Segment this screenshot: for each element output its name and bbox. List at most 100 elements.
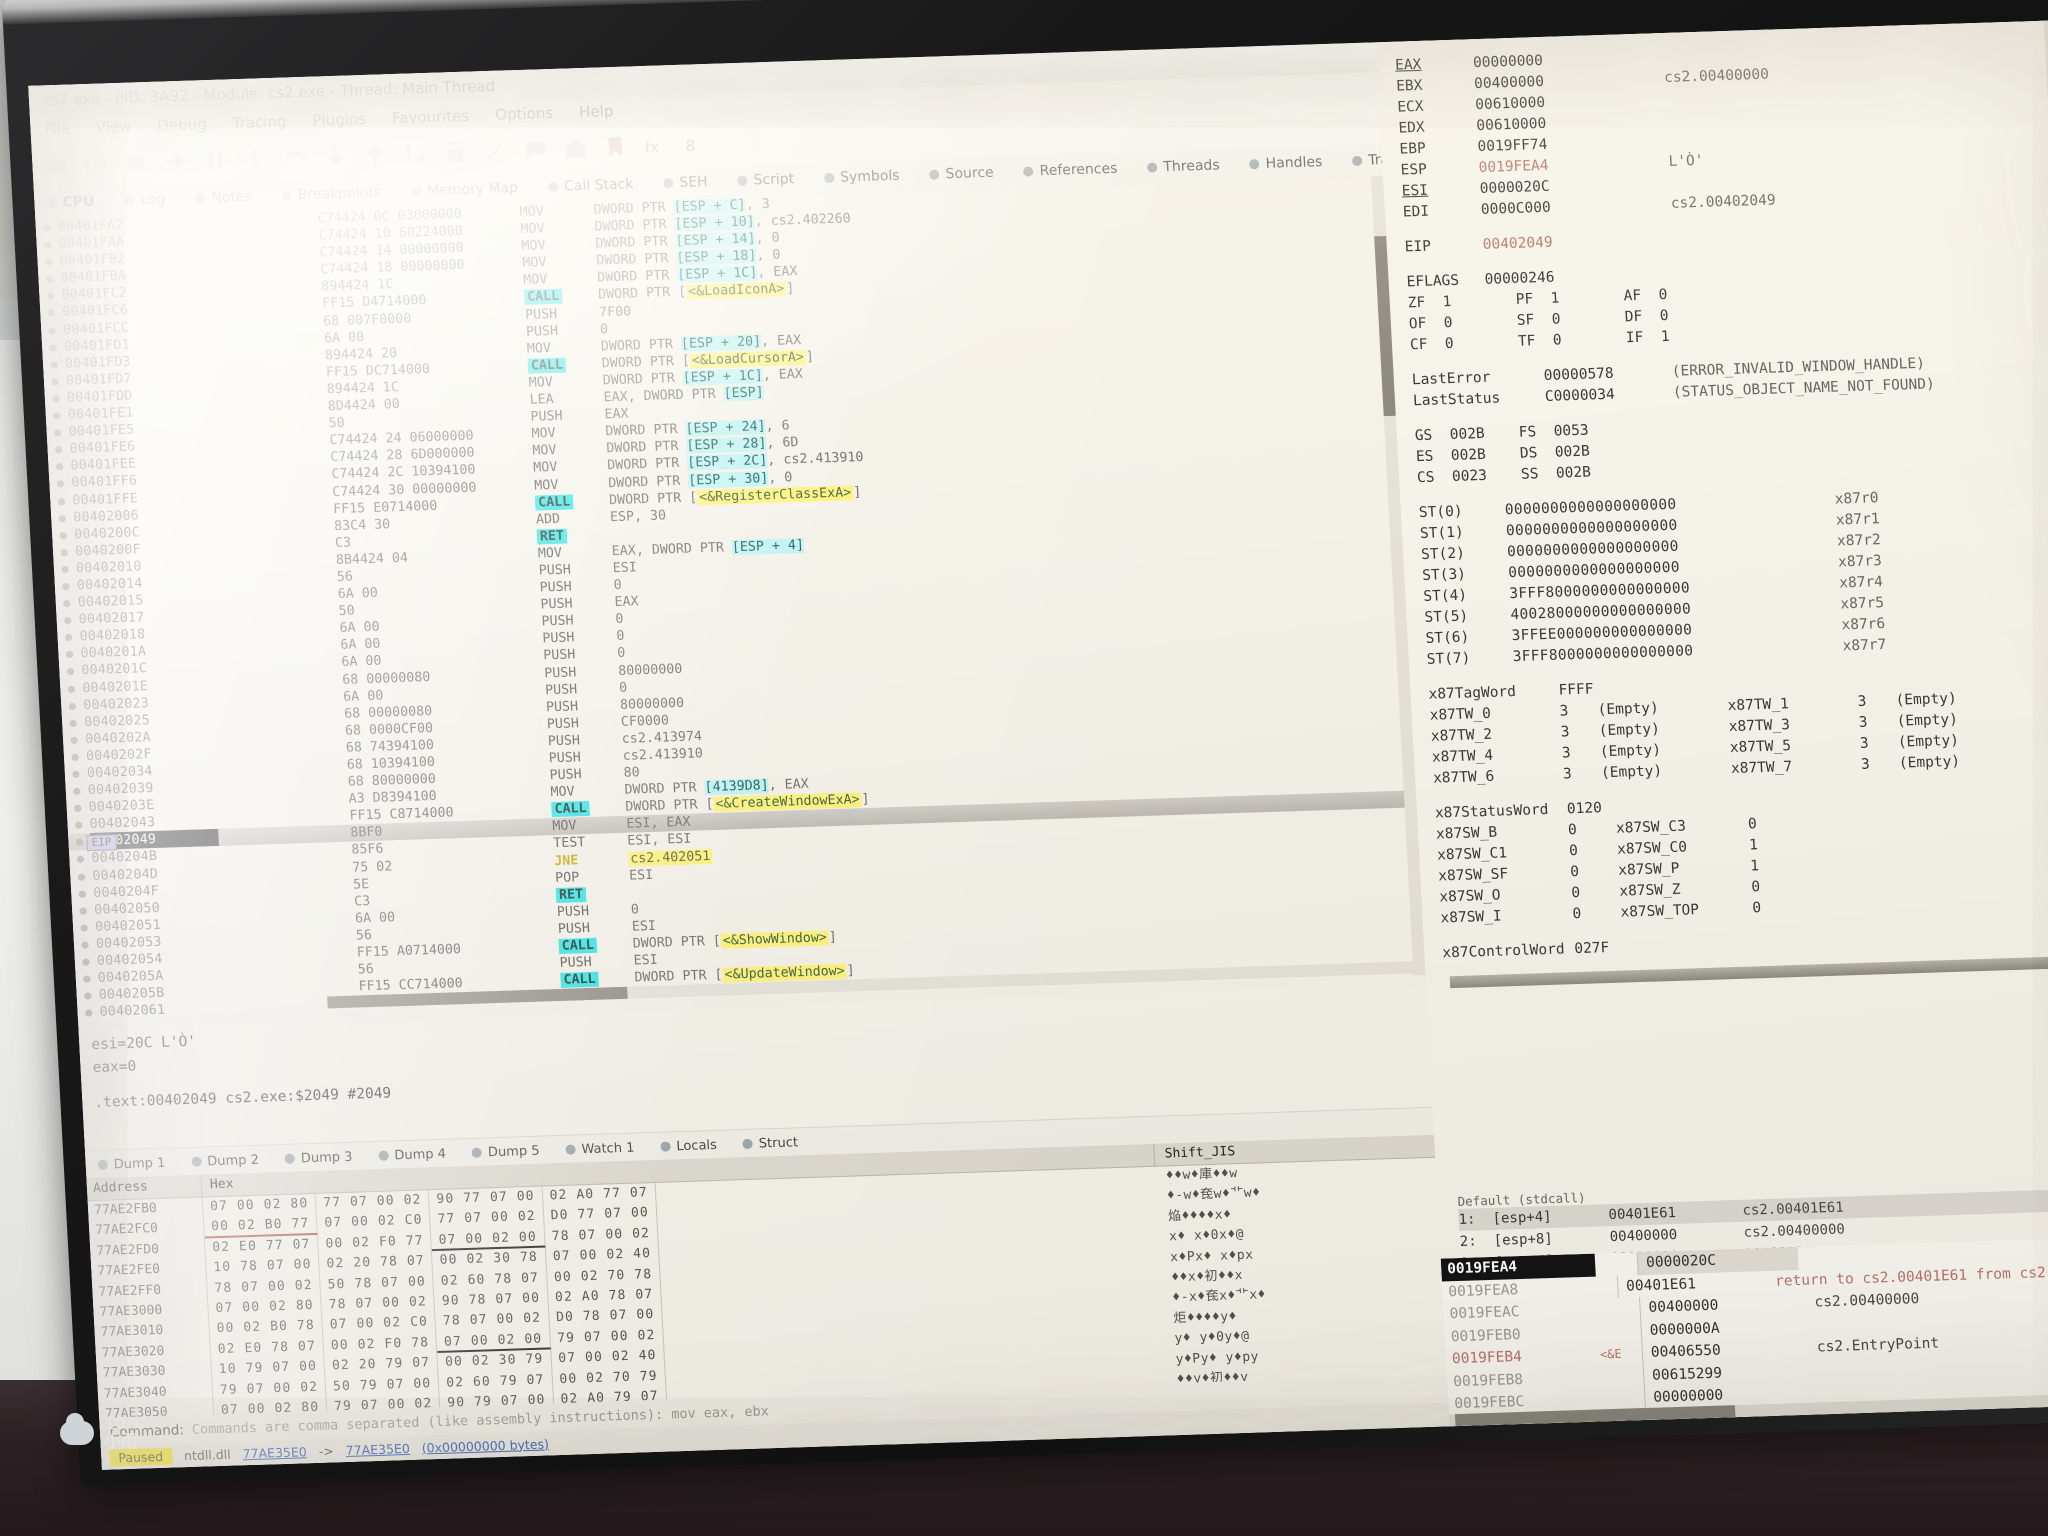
tab-cpu[interactable]: CPU	[46, 194, 95, 212]
status-to-address[interactable]: 77AE35E0	[345, 1440, 410, 1457]
tab-seh[interactable]: SEH	[663, 174, 708, 191]
breakpoint-dot-icon[interactable]: ●	[62, 714, 85, 732]
breakpoint-dot-icon[interactable]: ●	[54, 577, 77, 595]
bookmark-icon[interactable]	[602, 133, 629, 160]
hex-dump-view[interactable]: Address Hex Shift_JIS 77AE2FB0 07 00 02 8…	[86, 1134, 1447, 1418]
breakpoint-dot-icon[interactable]: ●	[51, 509, 74, 527]
row-address[interactable]: 00402063	[100, 1017, 229, 1018]
breakpoint-dot-icon[interactable]: ●	[40, 304, 63, 322]
breakpoint-dot-icon[interactable]: ●	[50, 492, 73, 510]
status-from-address[interactable]: 77AE35E0	[242, 1444, 307, 1461]
tab-references[interactable]: References	[1023, 161, 1118, 180]
open-icon[interactable]	[42, 152, 69, 179]
stop-icon[interactable]	[122, 149, 149, 176]
breakpoint-dot-icon[interactable]: ●	[54, 560, 77, 578]
disassembly-rows[interactable]: ● 00401FA2 C74424 0C 03000000 MOV DWORD PTR …	[35, 176, 1425, 1019]
breakpoint-dot-icon[interactable]: ●	[60, 680, 83, 698]
breakpoint-dot-icon[interactable]: ●	[36, 236, 59, 254]
row-address[interactable]: 00402061	[99, 1000, 228, 1018]
breakpoint-dot-icon[interactable]: ●	[64, 748, 87, 766]
breakpoint-dot-icon[interactable]: ●	[48, 458, 71, 476]
breakpoint-dot-icon[interactable]: ●	[59, 663, 82, 681]
breakpoint-dot-icon[interactable]: ●	[47, 441, 70, 459]
breakpoint-dot-icon[interactable]: ●	[73, 919, 96, 937]
flag-cf[interactable]: CF 0	[1409, 332, 1518, 356]
breakpoint-dot-icon[interactable]: ●	[71, 885, 94, 903]
tab-breakpoints[interactable]: Breakpoints	[281, 184, 382, 203]
label-icon[interactable]	[562, 135, 589, 162]
taskbar-weather[interactable]: 10°C 小雨	[60, 1413, 146, 1451]
disassembly-view[interactable]: ● 00401FA2 C74424 0C 03000000 MOV DWORD PTR …	[35, 176, 1426, 1019]
menu-view[interactable]: View	[95, 118, 132, 137]
breakpoint-dot-icon[interactable]: ●	[76, 987, 99, 1005]
menu-options[interactable]: Options	[495, 104, 554, 124]
segment-ss[interactable]: SS 002B	[1521, 461, 1626, 485]
breakpoint-dot-icon[interactable]: ●	[70, 868, 93, 886]
segment-cs[interactable]: CS 0023	[1417, 465, 1522, 489]
breakpoint-dot-icon[interactable]: ●	[72, 902, 95, 920]
breakpoint-dot-icon[interactable]: ●	[57, 629, 80, 647]
breakpoint-dot-icon[interactable]: ●	[44, 373, 67, 391]
tab-script[interactable]: Script	[737, 171, 795, 189]
pencil-icon[interactable]	[482, 137, 509, 164]
breakpoint-dot-icon[interactable]: ●	[49, 475, 72, 493]
menu-debug[interactable]: Debug	[157, 115, 207, 135]
tab-dump-4[interactable]: Dump 4	[378, 1146, 446, 1163]
breakpoint-dot-icon[interactable]: ●	[77, 1004, 100, 1018]
breakpoint-dot-icon[interactable]: ●	[56, 612, 79, 630]
memory-icon[interactable]	[442, 139, 469, 166]
fx-icon[interactable]: fx	[642, 132, 669, 159]
breakpoint-dot-icon[interactable]: ●	[74, 936, 97, 954]
menu-help[interactable]: Help	[579, 102, 614, 121]
breakpoint-dot-icon[interactable]: ●	[37, 253, 60, 271]
tab-dump-5[interactable]: Dump 5	[471, 1143, 540, 1160]
tab-dump-1[interactable]: Dump 1	[97, 1155, 166, 1172]
pause-icon[interactable]	[202, 146, 229, 173]
breakpoint-dot-icon[interactable]: ●	[66, 799, 89, 817]
breakpoint-dot-icon[interactable]: ●	[69, 851, 92, 869]
step-out-down-icon[interactable]	[322, 143, 349, 170]
tab-dump-3[interactable]: Dump 3	[284, 1149, 353, 1166]
menu-tracing[interactable]: Tracing	[232, 113, 287, 133]
tab-memory-map[interactable]: Memory Map	[410, 180, 518, 199]
tab-source[interactable]: Source	[929, 165, 994, 183]
step-into-icon[interactable]	[242, 145, 269, 172]
menu-file[interactable]: File	[44, 120, 70, 139]
flag-tf[interactable]: TF 0	[1517, 328, 1626, 352]
tab-dump-2[interactable]: Dump 2	[191, 1152, 259, 1169]
flag-if[interactable]: IF 1	[1625, 325, 1734, 349]
restart-icon[interactable]	[82, 150, 109, 177]
breakpoint-dot-icon[interactable]: ●	[61, 697, 84, 715]
tab-log[interactable]: Log	[124, 191, 166, 208]
binary-icon[interactable]: 8	[682, 131, 709, 158]
breakpoint-dot-icon[interactable]: ●	[45, 407, 68, 425]
breakpoint-dot-icon[interactable]: ●	[65, 782, 88, 800]
breakpoint-dot-icon[interactable]: ●	[35, 219, 58, 237]
breakpoint-dot-icon[interactable]: ●	[42, 338, 65, 356]
breakpoint-dot-icon[interactable]: ●	[55, 594, 78, 612]
breakpoint-dot-icon[interactable]: ●	[52, 526, 75, 544]
tab-threads[interactable]: Threads	[1147, 157, 1220, 175]
tab-watch-1[interactable]: Watch 1	[565, 1140, 635, 1157]
general-registers[interactable]: EAX 00000000 EBX 00400000 cs2.00400000 ECX 006…	[1395, 34, 2048, 224]
breakpoint-dot-icon[interactable]: ●	[58, 646, 81, 664]
breakpoint-dot-icon[interactable]: ●	[75, 970, 98, 988]
menu-favourites[interactable]: Favourites	[392, 107, 470, 127]
tab-call-stack[interactable]: Call Stack	[547, 176, 634, 195]
breakpoint-dot-icon[interactable]: ●	[67, 816, 90, 834]
fpu-st-registers[interactable]: ST(0) 0000000000000000000 x87r0 ST(1) 000000…	[1418, 481, 2048, 671]
breakpoint-dot-icon[interactable]: ●	[74, 953, 97, 971]
hex-rows[interactable]: 77AE2FB0 07 00 02 80 77 07 00 02 90 77 07 0…	[87, 1158, 1447, 1418]
tab-handles[interactable]: Handles	[1249, 154, 1323, 172]
breakpoint-dot-icon[interactable]: ●	[63, 731, 86, 749]
tab-struct[interactable]: Struct	[742, 1135, 798, 1152]
registers-panel[interactable]: EAX 00000000 EBX 00400000 cs2.00400000 ECX 006…	[1375, 20, 2048, 1205]
tab-symbols[interactable]: Symbols	[823, 168, 900, 186]
step-over-icon[interactable]	[282, 144, 309, 171]
menu-plugins[interactable]: Plugins	[312, 110, 367, 130]
tab-locals[interactable]: Locals	[660, 1137, 717, 1154]
execute-till-return-icon[interactable]	[362, 141, 389, 168]
run-icon[interactable]	[162, 148, 189, 175]
tab-notes[interactable]: Notes	[195, 189, 252, 207]
breakpoint-dot-icon[interactable]: ●	[39, 287, 62, 305]
